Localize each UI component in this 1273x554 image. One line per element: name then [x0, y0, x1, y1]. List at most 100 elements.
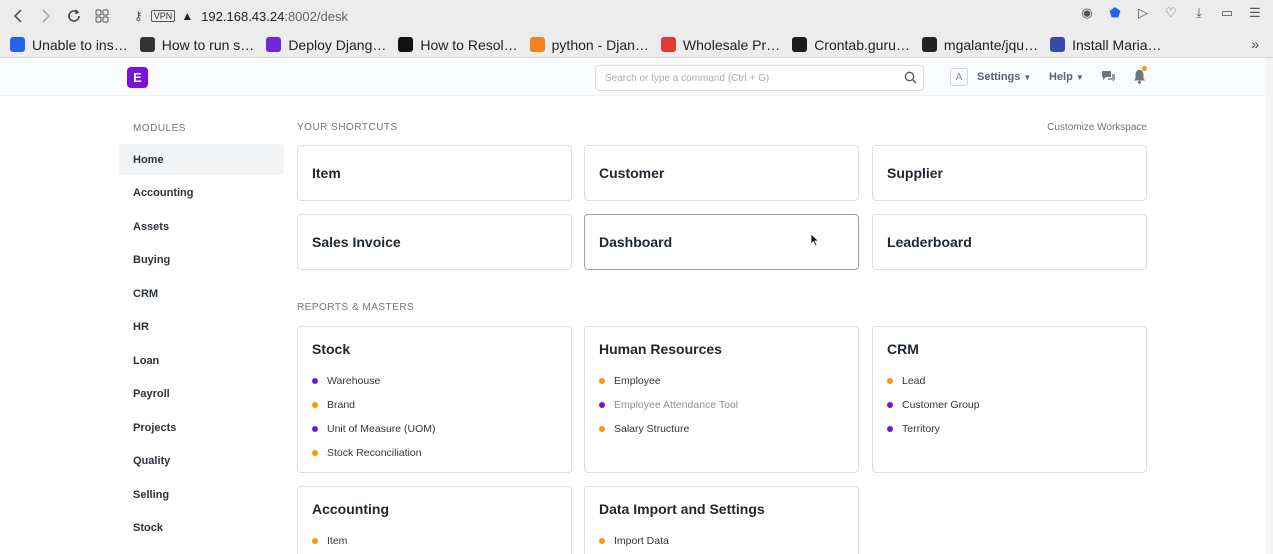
- card-link-unit-of-measure-uom[interactable]: Unit of Measure (UOM): [312, 417, 557, 441]
- card-link-territory[interactable]: Territory: [887, 417, 1132, 441]
- card-title: CRM: [887, 341, 919, 357]
- bookmark-label: How to run s…: [161, 36, 255, 53]
- sidebar-item-quality[interactable]: Quality: [119, 446, 284, 477]
- camera-icon[interactable]: ◉: [1079, 5, 1095, 21]
- bullet-dot: [599, 378, 605, 384]
- scrollbar[interactable]: [1266, 58, 1273, 554]
- card-link-import-data[interactable]: Import Data: [599, 529, 844, 553]
- globe-icon: [266, 37, 282, 52]
- sidebar-item-assets[interactable]: Assets: [119, 211, 284, 242]
- app-logo[interactable]: E: [127, 67, 148, 88]
- card-link-label: Item: [327, 535, 348, 547]
- reports-title: REPORTS & MASTERS: [297, 302, 415, 313]
- card-link-brand[interactable]: Brand: [312, 393, 557, 417]
- sidebar-item-home[interactable]: Home: [119, 144, 284, 175]
- url-text[interactable]: 192.168.43.24:8002/desk: [201, 9, 348, 24]
- card-link-label: Salary Structure: [614, 423, 690, 435]
- search-box: [595, 65, 924, 91]
- card-title: Human Resources: [599, 341, 722, 357]
- card-link-employee-attendance-tool[interactable]: Employee Attendance Tool: [599, 393, 844, 417]
- sidebar-item-crm[interactable]: CRM: [119, 278, 284, 309]
- avatar[interactable]: A: [950, 68, 968, 86]
- shortcut-leaderboard[interactable]: Leaderboard: [872, 214, 1147, 270]
- forward-icon[interactable]: [32, 2, 60, 30]
- aliexpress-icon: [660, 37, 676, 52]
- sidebar-item-buying[interactable]: Buying: [119, 245, 284, 276]
- bullet-dot: [599, 402, 605, 408]
- card-link-lead[interactable]: Lead: [887, 369, 1132, 393]
- card-link-salary-structure[interactable]: Salary Structure: [599, 417, 844, 441]
- card-link-stock-reconciliation[interactable]: Stock Reconciliation: [312, 441, 557, 465]
- mouse-cursor-icon: [810, 233, 820, 247]
- vpn-badge[interactable]: VPN: [150, 10, 176, 22]
- bookmark-item[interactable]: mgalante/jqu…: [921, 36, 1039, 53]
- modules-title: MODULES: [133, 123, 186, 134]
- card-link-label: Employee Attendance Tool: [614, 399, 739, 411]
- medium-icon: [398, 37, 414, 52]
- card-title: Accounting: [312, 501, 389, 517]
- card-link-customer-group[interactable]: Customer Group: [887, 393, 1132, 417]
- sidebar-item-selling[interactable]: Selling: [119, 479, 284, 510]
- browser-right-icons: ◉ ⬟ ▷ ♡ ⤓ ▭ ☰: [1079, 5, 1263, 21]
- customize-workspace-link[interactable]: Customize Workspace: [1047, 122, 1147, 133]
- card-link-employee[interactable]: Employee: [599, 369, 844, 393]
- search-icon[interactable]: [904, 71, 917, 84]
- github-icon: [921, 37, 937, 52]
- sidebar-item-projects[interactable]: Projects: [119, 412, 284, 443]
- card-link-label: Warehouse: [327, 375, 381, 387]
- back-icon[interactable]: [4, 2, 32, 30]
- bookmarks-bar: Unable to ins… How to run s… Deploy Djang……: [0, 32, 1273, 58]
- shortcut-supplier[interactable]: Supplier: [872, 145, 1147, 201]
- chevron-double-right-icon[interactable]: »: [1251, 36, 1259, 52]
- reload-icon[interactable]: [60, 2, 88, 30]
- sidebar-item-loan[interactable]: Loan: [119, 345, 284, 376]
- shield-icon[interactable]: ⬟: [1107, 5, 1123, 21]
- bookmark-item[interactable]: Install Maria…: [1050, 36, 1162, 53]
- card-link-label: Employee: [614, 375, 661, 387]
- bullet-dot: [887, 426, 893, 432]
- warning-icon[interactable]: ▲: [181, 9, 193, 23]
- card-link-item[interactable]: Item: [312, 529, 557, 553]
- report-card-crm: CRM Lead Customer Group Territory: [872, 326, 1147, 473]
- bell-icon[interactable]: [1133, 69, 1146, 84]
- send-icon[interactable]: ▷: [1135, 5, 1151, 21]
- shortcut-customer[interactable]: Customer: [584, 145, 859, 201]
- search-input[interactable]: [596, 66, 886, 90]
- card-link-label: Territory: [902, 423, 940, 435]
- shortcut-item[interactable]: Item: [297, 145, 572, 201]
- card-title: Data Import and Settings: [599, 501, 765, 517]
- settings-dropdown[interactable]: Settings ▼: [977, 71, 1031, 83]
- sidebar-item-hr[interactable]: HR: [119, 312, 284, 343]
- bookmark-label: Install Maria…: [1072, 36, 1162, 53]
- card-link-label: Customer Group: [902, 399, 980, 411]
- bookmark-item[interactable]: python - Djan…: [529, 37, 649, 53]
- bookmark-item[interactable]: How to run s…: [139, 36, 255, 53]
- bullet-dot: [599, 538, 605, 544]
- sidebar-item-accounting[interactable]: Accounting: [119, 178, 284, 209]
- settings-sliders-icon[interactable]: ☰: [1247, 5, 1263, 21]
- card-link-label: Import Data: [614, 535, 669, 547]
- download-icon[interactable]: ⤓: [1191, 5, 1207, 21]
- bookmark-item[interactable]: Wholesale Pr…: [660, 36, 781, 53]
- sidebar-item-stock[interactable]: Stock: [119, 513, 284, 544]
- browser-toolbar: ⚷ VPN ▲ 192.168.43.24:8002/desk ◉ ⬟ ▷ ♡ …: [0, 0, 1273, 32]
- shortcut-sales-invoice[interactable]: Sales Invoice: [297, 214, 572, 270]
- bookmark-label: Deploy Djang…: [288, 36, 387, 53]
- sidebar-item-payroll[interactable]: Payroll: [119, 379, 284, 410]
- bookmark-label: mgalante/jqu…: [943, 36, 1039, 53]
- card-link-warehouse[interactable]: Warehouse: [312, 369, 557, 393]
- bookmark-item[interactable]: Deploy Djang…: [266, 37, 386, 53]
- bookmark-item[interactable]: Unable to ins…: [10, 37, 128, 53]
- address-bar[interactable]: ⚷ VPN ▲ 192.168.43.24:8002/desk: [124, 9, 348, 24]
- bookmark-item[interactable]: How to Resol…: [398, 36, 518, 53]
- bookmark-label: How to Resol…: [420, 36, 518, 53]
- help-dropdown[interactable]: Help ▼: [1049, 71, 1084, 83]
- battery-icon[interactable]: ▭: [1219, 5, 1235, 21]
- bookmark-label: Wholesale Pr…: [682, 36, 781, 53]
- bookmark-item[interactable]: Crontab.guru…: [792, 37, 910, 53]
- heart-icon[interactable]: ♡: [1163, 5, 1179, 21]
- chat-icon[interactable]: [1101, 70, 1116, 83]
- tabs-grid-icon[interactable]: [88, 2, 116, 30]
- report-card-accounting: Accounting Item: [297, 486, 572, 554]
- ring-icon: [10, 37, 25, 52]
